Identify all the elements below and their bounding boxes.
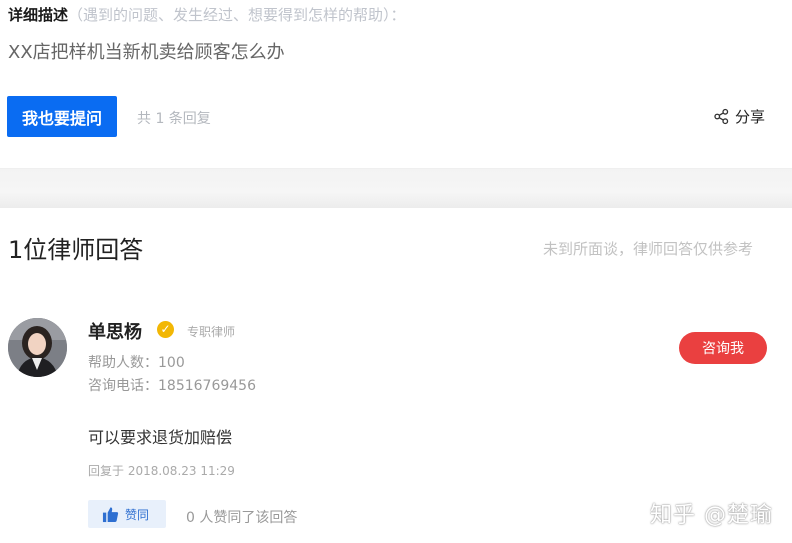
question-text: XX店把样机当新机卖给顾客怎么办	[8, 42, 285, 63]
consult-me-button[interactable]: 咨询我	[679, 332, 767, 364]
ask-question-button[interactable]: 我也要提问	[7, 96, 117, 137]
consult-phone: 咨询电话：18516769456	[88, 378, 256, 394]
like-label: 赞同	[125, 507, 150, 522]
detail-description: 详细描述（遇到的问题、发生经过、想要得到怎样的帮助）：	[8, 4, 406, 25]
detail-hint: （遇到的问题、发生经过、想要得到怎样的帮助）：	[68, 6, 406, 24]
share-icon	[714, 108, 729, 125]
answers-title: 1位律师回答	[8, 236, 144, 264]
verified-icon: ✓	[157, 321, 174, 338]
reply-time: 回复于 2018.08.23 11:29	[88, 464, 235, 478]
reply-count: 共 1 条回复	[137, 111, 211, 127]
share-button[interactable]: 分享	[713, 106, 765, 127]
lawyer-avatar[interactable]	[8, 318, 67, 377]
like-count: 0 人赞同了该回答	[186, 510, 298, 526]
watermark: 知乎 @楚瑜	[650, 503, 773, 528]
like-button[interactable]: 赞同	[88, 500, 166, 528]
lawyer-tag: 专职律师	[187, 325, 236, 339]
lawyer-name[interactable]: 单思杨	[88, 318, 142, 344]
section-divider	[0, 168, 792, 208]
answers-disclaimer: 未到所面谈，律师回答仅供参考	[543, 240, 754, 258]
thumbs-up-icon	[102, 506, 119, 522]
detail-label: 详细描述	[8, 6, 69, 24]
share-label: 分享	[735, 108, 766, 126]
help-count: 帮助人数：100	[88, 355, 185, 371]
answer-text: 可以要求退货加赔偿	[88, 428, 233, 447]
